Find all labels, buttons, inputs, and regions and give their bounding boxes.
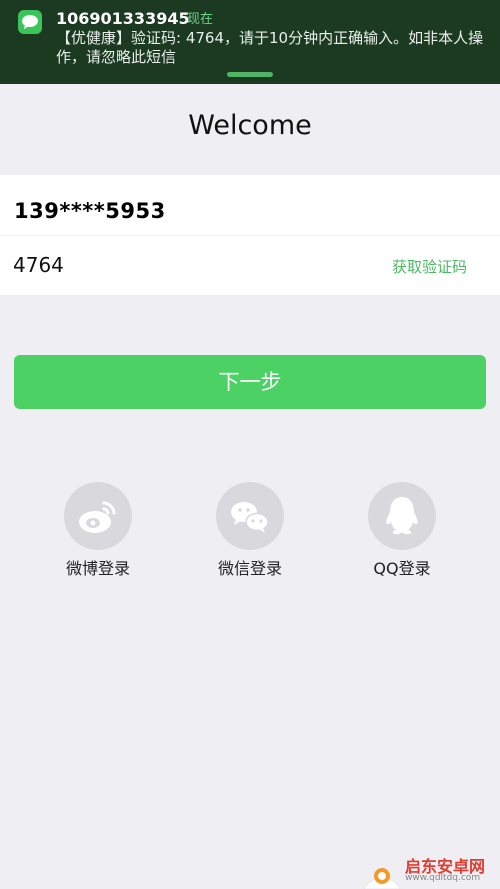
qq-icon	[368, 482, 436, 550]
weibo-login-label: 微博登录	[65, 559, 130, 578]
site-watermark: 启东安卓网 www.qdltdq.com	[360, 844, 500, 889]
form-divider	[0, 235, 500, 236]
wechat-icon	[216, 482, 284, 550]
notification-message: 【优健康】验证码: 4764，请于10分钟内正确输入。如非本人操作，请忽略此短信	[56, 29, 484, 66]
weibo-icon	[64, 482, 132, 550]
wechat-login-button[interactable]: 微信登录	[190, 482, 310, 580]
qq-login-button[interactable]: QQ登录	[342, 482, 462, 580]
login-form: 139****5953 4764 获取验证码	[0, 175, 500, 295]
watermark-logo-icon	[363, 868, 401, 889]
verification-code-field[interactable]: 4764	[13, 253, 64, 277]
sms-notification-banner[interactable]: 106901333945 现在 【优健康】验证码: 4764，请于10分钟内正确…	[0, 0, 500, 84]
page-title: Welcome	[188, 110, 312, 141]
notification-drag-handle[interactable]	[227, 72, 273, 77]
qq-login-label: QQ登录	[373, 559, 431, 578]
get-code-button[interactable]: 获取验证码	[392, 256, 467, 277]
message-bubble-icon	[18, 10, 42, 34]
notification-sender: 106901333945	[56, 9, 190, 28]
notification-time: 现在	[187, 12, 214, 27]
watermark-url: www.qdltdq.com	[405, 873, 481, 883]
weibo-login-button[interactable]: 微博登录	[38, 482, 158, 580]
next-button[interactable]: 下一步	[14, 355, 486, 409]
phone-number-field[interactable]: 139****5953	[14, 199, 166, 223]
wechat-login-label: 微信登录	[217, 559, 282, 578]
